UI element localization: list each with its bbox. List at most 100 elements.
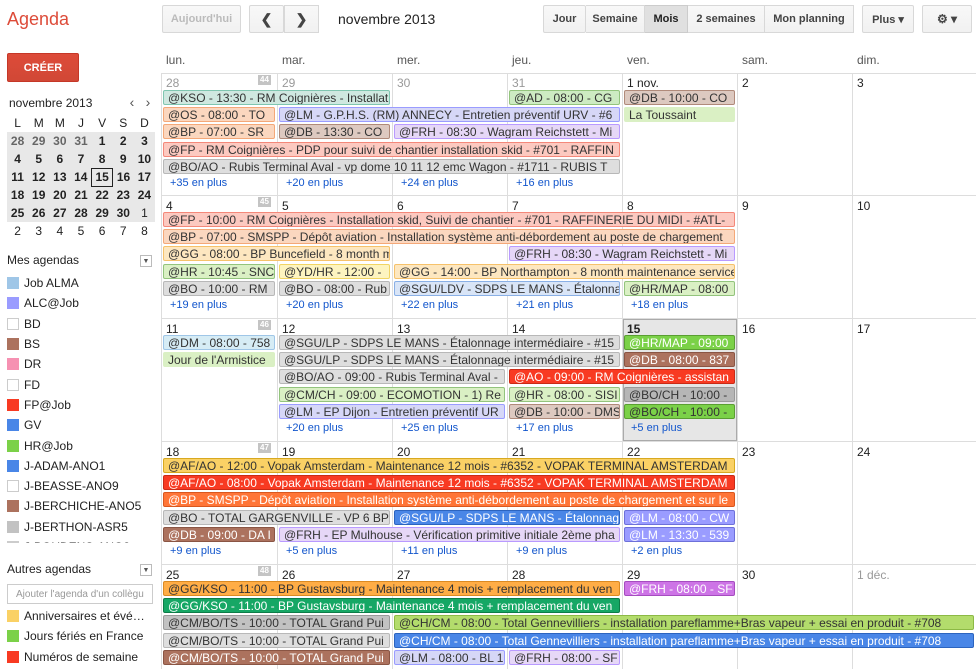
- mini-day[interactable]: 1: [91, 132, 113, 150]
- view-agenda-button[interactable]: Mon planning: [765, 5, 854, 33]
- day-number[interactable]: 30: [742, 568, 755, 582]
- event-chip[interactable]: @AD - 08:00 - CG: [509, 90, 620, 105]
- mini-day[interactable]: 22: [91, 186, 113, 204]
- day-number[interactable]: 1 nov.: [627, 76, 659, 90]
- mini-day[interactable]: 28: [70, 204, 92, 222]
- calendar-item[interactable]: Jours fériés en France: [7, 626, 157, 646]
- mini-next-icon[interactable]: ›: [141, 94, 155, 110]
- app-title[interactable]: Agenda: [7, 9, 69, 30]
- calendar-item[interactable]: J-BERTHON-ASR5: [7, 517, 157, 537]
- color-swatch[interactable]: [7, 650, 19, 663]
- mini-day[interactable]: 30: [112, 204, 134, 222]
- mini-day[interactable]: 26: [28, 204, 50, 222]
- event-chip[interactable]: @FRH - 08:00 - SF: [624, 581, 735, 596]
- color-swatch[interactable]: [7, 358, 19, 371]
- event-chip[interactable]: @BP - 07:00 - SR: [163, 124, 275, 140]
- event-chip[interactable]: @LM - G.P.H.S. (RM) ANNECY - Entretien p…: [279, 107, 620, 123]
- calendar-item[interactable]: Numéros de semaine: [7, 647, 157, 667]
- more-link[interactable]: +5 en plus: [631, 422, 682, 434]
- color-swatch[interactable]: [7, 398, 19, 411]
- mini-day[interactable]: 12: [28, 168, 50, 186]
- color-swatch[interactable]: [7, 541, 19, 543]
- mini-day[interactable]: 30: [49, 132, 71, 150]
- more-link[interactable]: +9 en plus: [516, 545, 567, 557]
- mini-day[interactable]: 9: [112, 150, 134, 168]
- day-number[interactable]: 14: [512, 322, 525, 336]
- event-chip[interactable]: @BP - SMSPP - Dépôt aviation - Installat…: [163, 492, 735, 508]
- mini-day[interactable]: 15: [91, 167, 114, 187]
- event-chip[interactable]: La Toussaint: [624, 107, 735, 123]
- day-number[interactable]: 26: [282, 568, 295, 582]
- mini-day[interactable]: 18: [7, 186, 29, 204]
- calendar-item[interactable]: J-BERCHICHE-ANO5: [7, 496, 157, 516]
- my-calendars-title[interactable]: Mes agendas: [7, 253, 79, 267]
- day-number[interactable]: 6: [397, 199, 404, 213]
- color-swatch[interactable]: [7, 297, 19, 310]
- calendar-item[interactable]: J-BOUDENS-ANO3: [7, 537, 157, 543]
- color-swatch[interactable]: [7, 480, 19, 493]
- more-link[interactable]: +17 en plus: [516, 422, 573, 434]
- day-number[interactable]: 24: [857, 445, 870, 459]
- event-chip[interactable]: @FP - RM Coignières - PDP pour suivi de …: [163, 141, 620, 157]
- event-chip[interactable]: @SGU/LP - SDPS LE MANS - Étalonnag: [394, 509, 620, 525]
- other-calendars-title[interactable]: Autres agendas: [7, 562, 91, 576]
- mini-day[interactable]: 8: [91, 150, 113, 168]
- calendar-item[interactable]: BS: [7, 334, 157, 354]
- more-link[interactable]: +9 en plus: [170, 545, 221, 557]
- event-chip[interactable]: @BO/AO - Rubis Terminal Aval - vp dome 1…: [163, 158, 620, 174]
- mini-day[interactable]: 13: [49, 168, 71, 186]
- mini-day[interactable]: 27: [49, 204, 71, 222]
- day-number[interactable]: 12: [282, 322, 295, 336]
- event-chip[interactable]: @LM - 08:00 - CW: [624, 509, 735, 525]
- event-chip[interactable]: @DB - 13:30 - CO: [279, 124, 390, 140]
- event-chip[interactable]: @LM - 13:30 - 539: [624, 526, 735, 542]
- more-link[interactable]: +22 en plus: [401, 299, 458, 311]
- calendar-item[interactable]: HR@Job: [7, 435, 157, 455]
- add-calendar-input[interactable]: Ajouter l'agenda d'un collègu: [7, 584, 153, 604]
- day-number[interactable]: 23: [742, 445, 755, 459]
- more-link[interactable]: +24 en plus: [401, 177, 458, 189]
- dropdown-arrow-icon[interactable]: ▼: [140, 564, 152, 576]
- event-chip[interactable]: @HR - 08:00 - SISI: [509, 386, 620, 402]
- event-chip[interactable]: @FRH - EP Mulhouse - Vérification primit…: [279, 526, 620, 542]
- mini-day[interactable]: 28: [7, 132, 29, 150]
- event-chip[interactable]: @FRH - 08:00 - SF: [509, 649, 620, 665]
- mini-day[interactable]: 29: [91, 204, 113, 222]
- event-chip[interactable]: @CM/BO/TS - 10:00 - TOTAL Grand Pui: [163, 615, 390, 631]
- event-chip[interactable]: @AO - 09:00 - RM Coignières - assistan: [509, 369, 735, 385]
- event-chip[interactable]: @GG - 14:00 - BP Northampton - 8 month m…: [394, 263, 735, 279]
- day-number[interactable]: 30: [397, 76, 410, 90]
- event-chip[interactable]: @BO/CH - 10:00 -: [624, 386, 735, 402]
- mini-day[interactable]: 19: [28, 186, 50, 204]
- calendar-item[interactable]: FD: [7, 374, 157, 394]
- event-chip[interactable]: @HR/MAP - 09:00: [624, 335, 735, 350]
- color-swatch[interactable]: [7, 338, 19, 351]
- event-chip[interactable]: @GG - 08:00 - BP Buncefield - 8 month ma…: [163, 246, 390, 262]
- color-swatch[interactable]: [7, 277, 19, 290]
- event-chip[interactable]: @KSO - 13:30 - RM Coignières - Installat…: [163, 90, 390, 105]
- calendar-item[interactable]: Job ALMA: [7, 273, 157, 293]
- more-link[interactable]: +2 en plus: [631, 545, 682, 557]
- event-chip[interactable]: @CH/CM - 08:00 - Total Gennevilliers - i…: [394, 632, 974, 648]
- more-link[interactable]: +25 en plus: [401, 422, 458, 434]
- day-number[interactable]: 27: [397, 568, 410, 582]
- calendar-item[interactable]: BD: [7, 314, 157, 334]
- more-link[interactable]: +19 en plus: [170, 299, 227, 311]
- day-number[interactable]: 5: [282, 199, 289, 213]
- calendar-item[interactable]: GV: [7, 415, 157, 435]
- event-chip[interactable]: @CM/CH - 09:00 - ECOMOTION - 1) Re: [279, 386, 505, 402]
- mini-day[interactable]: 14: [70, 168, 92, 186]
- mini-day[interactable]: 23: [112, 186, 134, 204]
- event-chip[interactable]: @GG/KSO - 11:00 - BP Gustavsburg - Maint…: [163, 581, 620, 596]
- event-chip[interactable]: @DB - 10:00 - CO: [624, 90, 735, 105]
- prev-button[interactable]: ❮: [249, 5, 284, 33]
- mini-day[interactable]: 10: [133, 150, 155, 168]
- mini-day[interactable]: 16: [112, 168, 134, 186]
- day-number[interactable]: 15: [627, 322, 640, 336]
- mini-day[interactable]: 5: [70, 222, 91, 240]
- event-chip[interactable]: @SGU/LDV - SDPS LE MANS - Étalonna: [394, 280, 620, 296]
- color-swatch[interactable]: [7, 378, 19, 391]
- more-link[interactable]: +18 en plus: [631, 299, 688, 311]
- color-swatch[interactable]: [7, 520, 19, 533]
- event-chip[interactable]: @OS - 08:00 - TO: [163, 107, 275, 123]
